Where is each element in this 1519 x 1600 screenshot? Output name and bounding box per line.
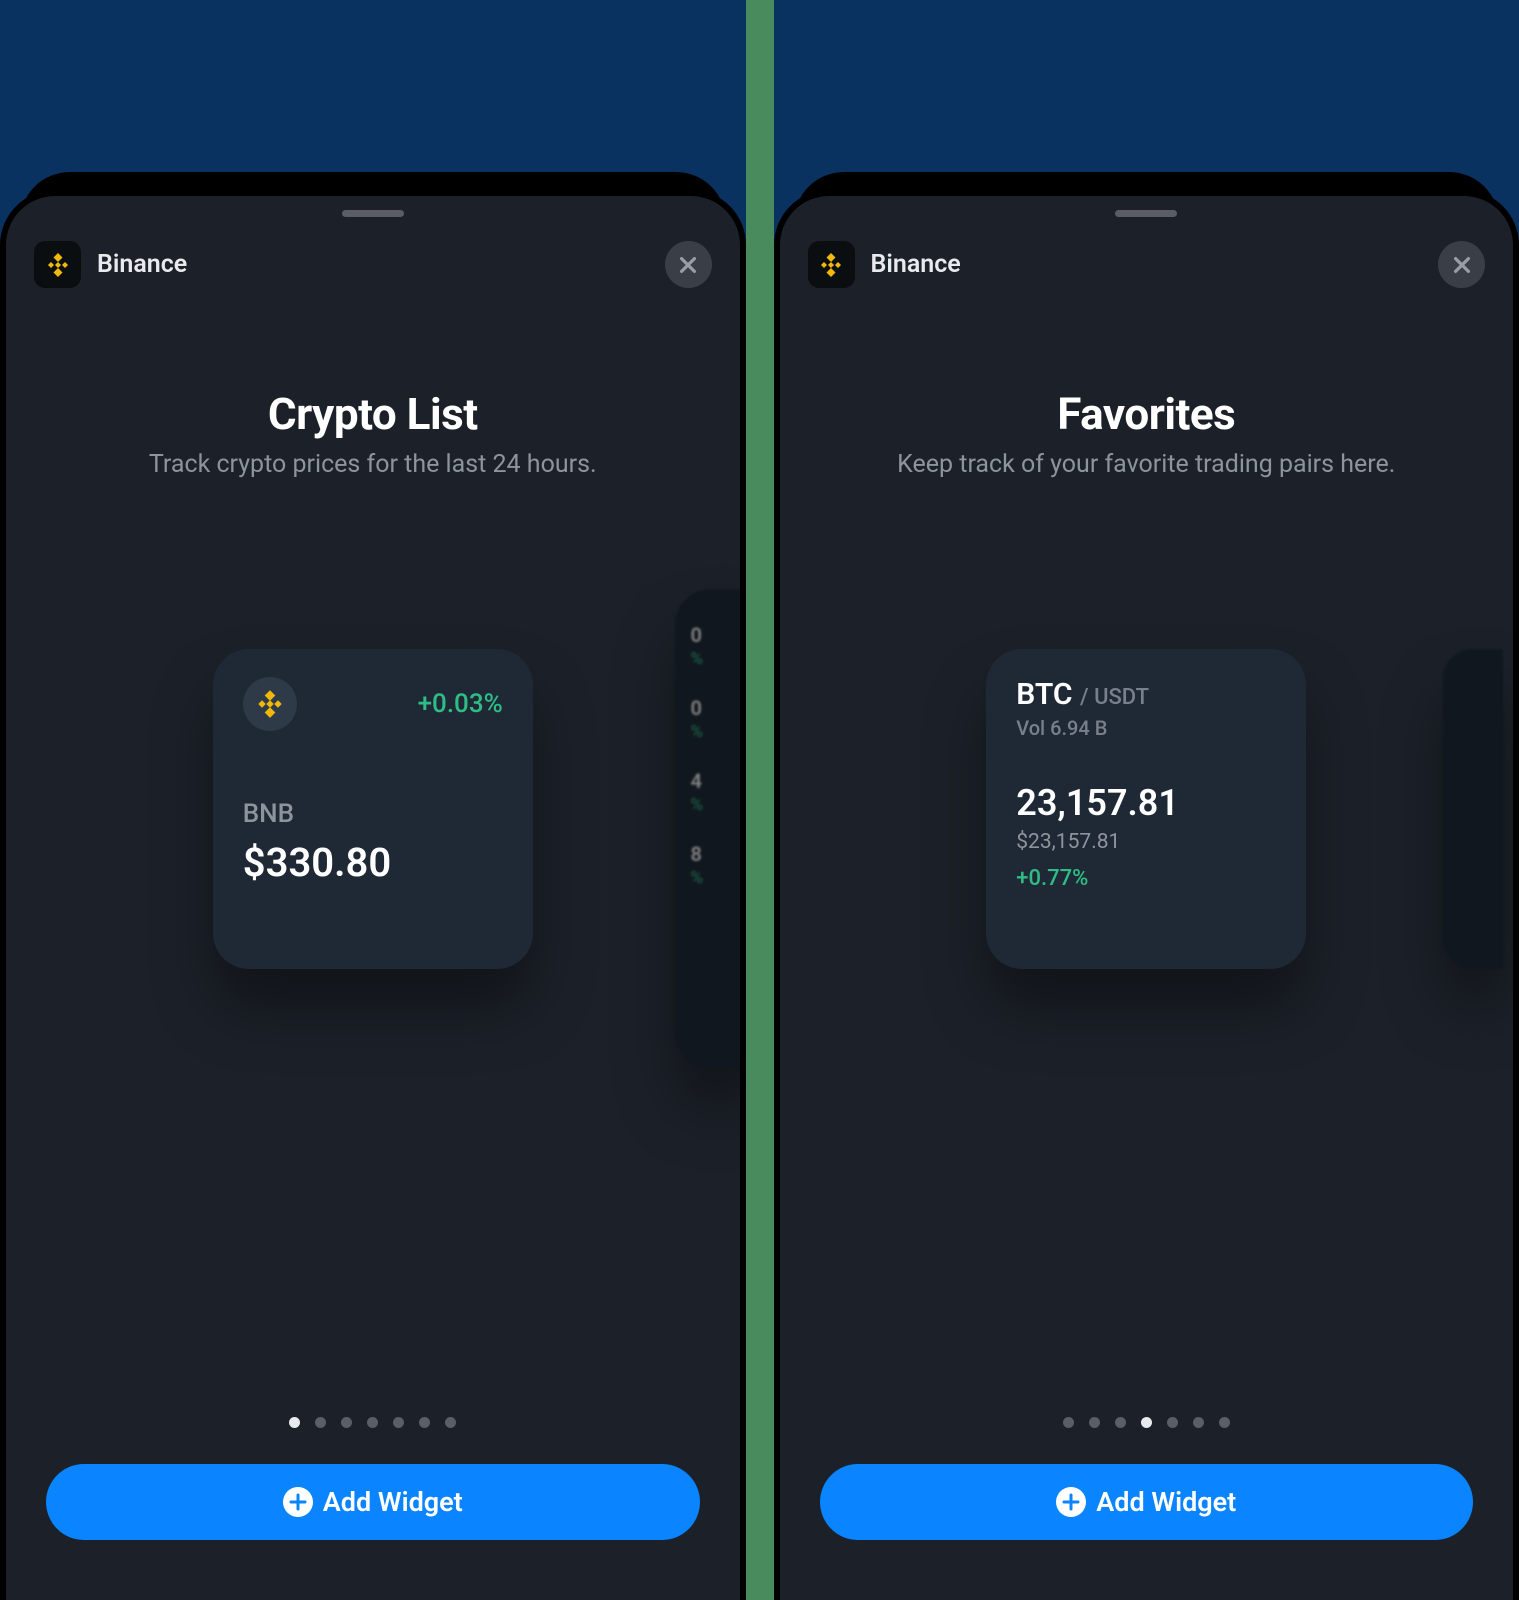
app-name-label: Binance [97,250,665,279]
peek-pct: % [691,649,703,669]
coin-symbol: BNB [243,799,503,829]
page-dot[interactable] [289,1417,300,1428]
page-dot[interactable] [445,1417,456,1428]
peek-value: 0 [691,623,702,647]
page-dot[interactable] [1167,1417,1178,1428]
add-widget-label: Add Widget [323,1486,463,1518]
page-dot[interactable] [1089,1417,1100,1428]
peek-value: 4 [691,769,702,793]
peek-pct: % [691,868,703,888]
plus-icon [1056,1487,1086,1517]
page-dot[interactable] [1141,1417,1152,1428]
widget-gallery-sheet: Binance Crypto List Track crypto prices … [0,190,746,1600]
pair-quote: / USDT [1080,685,1149,710]
peek-pct: % [691,795,703,815]
widget-type-title: Crypto List [36,388,710,440]
widget-type-subtitle: Keep track of your favorite trading pair… [810,450,1484,479]
page-dot[interactable] [393,1417,404,1428]
pair-price-usd: $23,157.81 [1016,830,1276,854]
peek-value: 0 [691,696,702,720]
app-name-label: Binance [871,250,1439,279]
bnb-icon [243,677,297,731]
page-dot[interactable] [419,1417,430,1428]
plus-icon [283,1487,313,1517]
page-dot[interactable] [1193,1417,1204,1428]
coin-price: $330.80 [243,839,503,886]
sheet-grabber[interactable] [1115,210,1177,217]
widget-preview-carousel[interactable]: +0.03% BNB $330.80 0% 0% 4% 8% [36,649,710,1149]
pair-base: BTC [1016,677,1072,712]
pair-volume: Vol 6.94 B [1016,716,1276,740]
next-widget-peek: 0% 0% 4% 8% [675,589,746,1069]
next-widget-peek [1443,649,1503,969]
peek-pct: % [691,722,703,742]
price-change: +0.03% [418,689,503,719]
page-dot[interactable] [341,1417,352,1428]
add-widget-button[interactable]: Add Widget [46,1464,700,1540]
peek-value: 8 [691,842,702,866]
binance-app-icon [808,241,855,288]
page-dot[interactable] [315,1417,326,1428]
widget-preview-carousel[interactable]: BTC / USDT Vol 6.94 B 23,157.81 $23,157.… [810,649,1484,1149]
sheet-grabber[interactable] [342,210,404,217]
close-icon [677,254,699,276]
widget-type-subtitle: Track crypto prices for the last 24 hour… [36,450,710,479]
pair-price: 23,157.81 [1016,782,1276,824]
widget-type-title: Favorites [810,388,1484,440]
page-dot[interactable] [367,1417,378,1428]
page-dot[interactable] [1115,1417,1126,1428]
page-indicator [6,1417,740,1428]
widget-gallery-sheet: Binance Favorites Keep track of your fav… [774,190,1519,1600]
add-widget-label: Add Widget [1096,1486,1236,1518]
page-indicator [780,1417,1514,1428]
close-button[interactable] [1438,241,1485,288]
crypto-list-widget-preview: +0.03% BNB $330.80 [213,649,533,969]
add-widget-button[interactable]: Add Widget [820,1464,1474,1540]
favorites-widget-preview: BTC / USDT Vol 6.94 B 23,157.81 $23,157.… [986,649,1306,969]
close-icon [1451,254,1473,276]
page-dot[interactable] [1063,1417,1074,1428]
close-button[interactable] [665,241,712,288]
page-dot[interactable] [1219,1417,1230,1428]
phone-right: Binance Favorites Keep track of your fav… [774,0,1519,1600]
phone-left: Binance Crypto List Track crypto prices … [0,0,746,1600]
binance-app-icon [34,241,81,288]
pair-change: +0.77% [1016,866,1276,891]
